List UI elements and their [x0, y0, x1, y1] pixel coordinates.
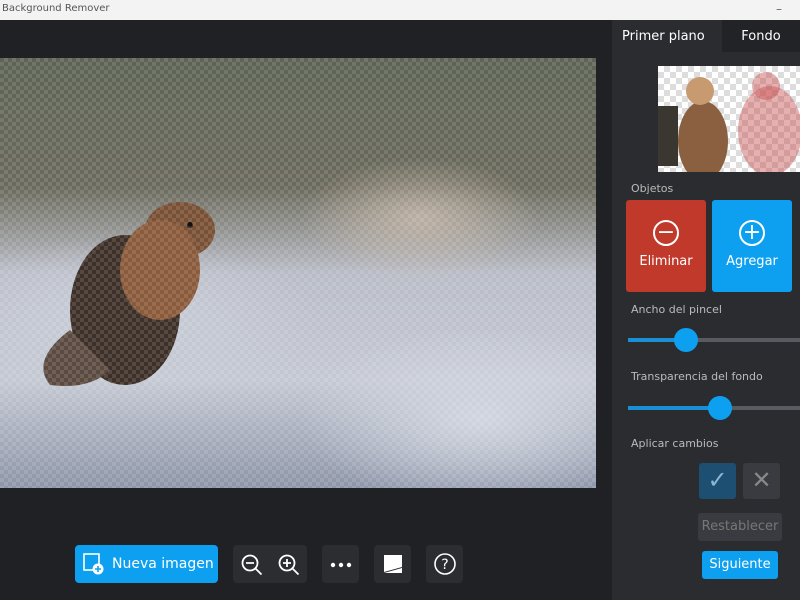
next-button[interactable]: Siguiente — [702, 551, 778, 579]
new-image-button[interactable]: Nueva imagen — [75, 545, 218, 583]
help-icon: ? — [434, 553, 456, 575]
more-options-button[interactable] — [322, 545, 359, 583]
apply-changes-label: Aplicar cambios — [631, 437, 719, 450]
brush-width-slider[interactable] — [628, 328, 800, 352]
close-icon: ✕ — [751, 466, 772, 494]
objects-label: Objetos — [631, 182, 674, 195]
canvas-area: Nueva imagen ? — [0, 20, 612, 600]
zoom-in-icon[interactable] — [277, 553, 301, 577]
tab-background[interactable]: Fondo — [722, 20, 800, 52]
slider-thumb[interactable] — [708, 396, 732, 420]
svg-text:?: ? — [441, 557, 448, 573]
brush-width-label: Ancho del pincel — [631, 303, 722, 316]
image-canvas[interactable] — [0, 58, 596, 488]
cancel-button[interactable]: ✕ — [743, 463, 780, 499]
more-icon — [330, 562, 352, 568]
bg-transparency-slider[interactable] — [628, 396, 800, 420]
remove-label: Eliminar — [639, 254, 693, 269]
remove-object-button[interactable]: − Eliminar — [626, 200, 706, 292]
zoom-group — [233, 545, 307, 583]
squirrel-subject — [43, 202, 215, 386]
minus-circle-icon: − — [653, 220, 679, 246]
tab-foreground[interactable]: Primer plano — [612, 20, 722, 52]
reset-button[interactable]: Restablecer — [698, 513, 782, 541]
side-panel: Primer plano Fondo Objetos − Eliminar + Ag… — [612, 20, 800, 600]
add-label: Agregar — [726, 254, 778, 269]
zoom-out-icon[interactable] — [240, 553, 264, 577]
bg-transparency-label: Transparencia del fondo — [631, 370, 763, 383]
add-object-button[interactable]: + Agregar — [712, 200, 792, 292]
preview-thumbnail — [658, 66, 800, 172]
check-icon: ✓ — [707, 466, 728, 494]
title-bar: Background Remover – — [0, 0, 800, 20]
compare-icon — [384, 555, 402, 573]
new-image-label: Nueva imagen — [112, 556, 214, 572]
window-title: Background Remover — [2, 3, 110, 14]
help-button[interactable]: ? — [426, 545, 463, 583]
apply-button[interactable]: ✓ — [699, 463, 736, 499]
plus-circle-icon: + — [739, 220, 765, 246]
add-image-icon — [83, 553, 104, 575]
compare-button[interactable] — [374, 545, 411, 583]
minimize-button[interactable]: – — [776, 0, 782, 18]
preview-image — [658, 72, 800, 172]
slider-thumb[interactable] — [674, 328, 698, 352]
